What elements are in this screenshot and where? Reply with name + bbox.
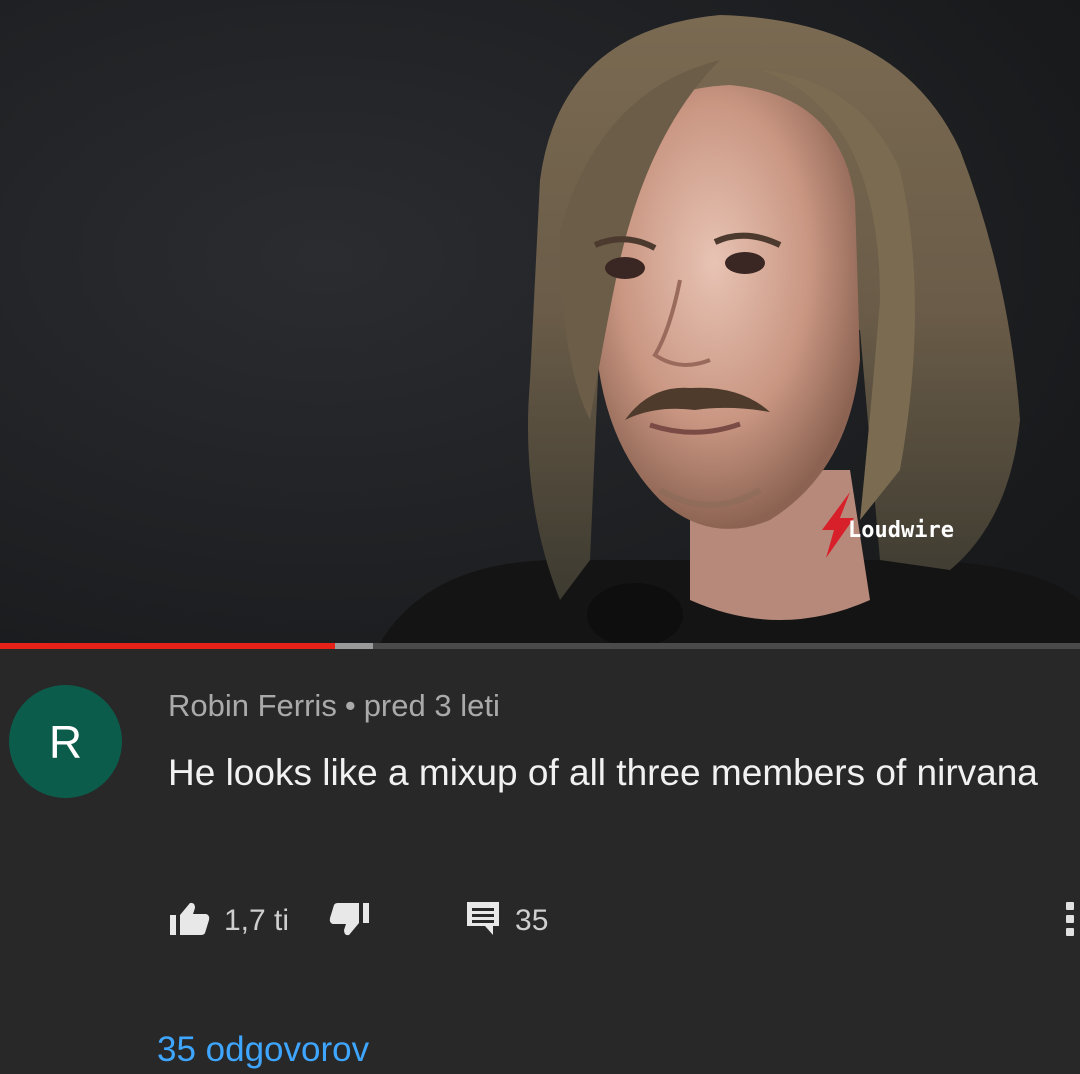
like-count: 1,7 ti: [224, 904, 290, 937]
comment-body: He looks like a mixup of all three membe…: [168, 752, 1038, 793]
view-replies-link[interactable]: 35 odgovorov: [157, 1030, 369, 1070]
comment-section: [0, 649, 1080, 1074]
comment-author[interactable]: Robin Ferris: [168, 688, 337, 723]
comment-icon[interactable]: [465, 900, 501, 943]
meta-separator: •: [344, 688, 356, 723]
video-frame: [0, 0, 1080, 643]
avatar[interactable]: R: [9, 685, 122, 798]
channel-watermark: Loudwire: [848, 518, 954, 543]
video-player[interactable]: Loudwire: [0, 0, 1080, 643]
comment-actions: 1,7 ti 35: [168, 896, 548, 946]
thumbs-down-icon[interactable]: [327, 901, 371, 942]
avatar-letter: R: [48, 715, 83, 768]
comment-meta: Robin Ferris • pred 3 leti: [168, 688, 500, 724]
more-vertical-icon[interactable]: [1066, 902, 1074, 936]
comment-age[interactable]: pred 3 leti: [364, 688, 500, 723]
reply-count: 35: [515, 904, 549, 937]
thumbs-up-icon[interactable]: [168, 901, 212, 942]
